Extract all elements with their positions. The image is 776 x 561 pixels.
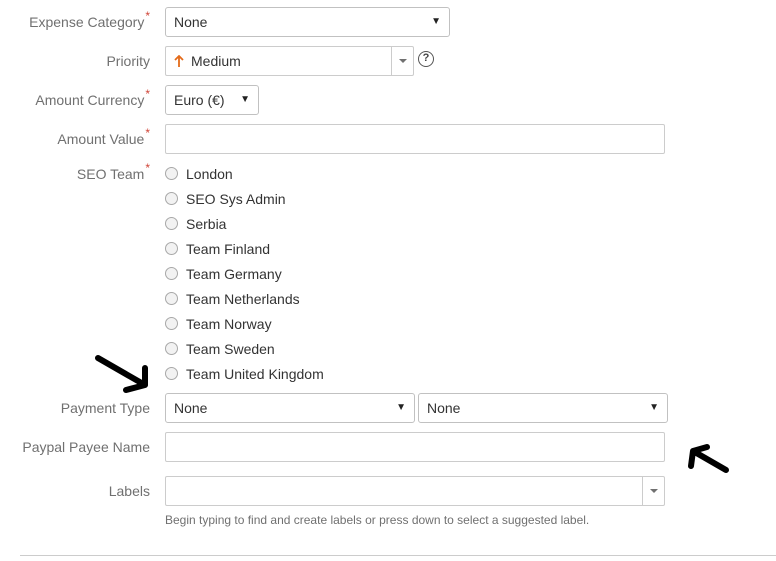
question-circle-icon[interactable]: ? — [418, 51, 434, 67]
payment-type-sub-value: None — [427, 400, 461, 416]
radio-seo-sys-admin[interactable]: SEO Sys Admin — [165, 190, 286, 208]
payment-type-select-child[interactable]: None ▼ — [418, 393, 668, 423]
labels-dropdown-button[interactable] — [642, 477, 664, 505]
radio-label: Team Germany — [186, 266, 282, 282]
priority-label: Priority — [106, 53, 150, 69]
paypal-payee-name-label: Paypal Payee Name — [22, 439, 150, 455]
radio-label: Team United Kingdom — [186, 366, 324, 382]
annotation-arrow-icon — [688, 444, 729, 473]
caret-down-icon: ▼ — [649, 402, 659, 413]
radio-button[interactable] — [165, 291, 178, 305]
radio-button[interactable] — [165, 166, 178, 180]
radio-button[interactable] — [165, 266, 178, 280]
payment-type-label: Payment Type — [60, 400, 150, 416]
radio-label: Team Norway — [186, 316, 272, 332]
caret-down-icon: ▼ — [396, 402, 406, 413]
radio-team-finland[interactable]: Team Finland — [165, 240, 270, 258]
radio-label: Serbia — [186, 216, 227, 232]
payment-type-select-parent[interactable]: None ▼ — [165, 393, 415, 423]
expense-category-label: Expense Category* — [29, 9, 150, 30]
expense-category-select[interactable]: None ▼ — [165, 7, 450, 37]
radio-button[interactable] — [165, 241, 178, 255]
radio-team-netherlands[interactable]: Team Netherlands — [165, 290, 300, 308]
labels-description: Begin typing to find and create labels o… — [165, 513, 590, 527]
radio-london[interactable]: London — [165, 165, 233, 183]
priority-value: Medium — [191, 53, 241, 69]
amount-currency-select[interactable]: Euro (€) ▼ — [165, 85, 259, 115]
radio-label: Team Sweden — [186, 341, 275, 357]
radio-button[interactable] — [165, 341, 178, 355]
amount-currency-value: Euro (€) — [174, 92, 225, 108]
amount-currency-label: Amount Currency* — [35, 87, 150, 108]
caret-down-icon: ▼ — [240, 94, 250, 105]
radio-button[interactable] — [165, 191, 178, 205]
priority-dropdown-button[interactable] — [391, 47, 413, 75]
arrow-up-icon — [174, 55, 184, 67]
annotation-arrow-icon — [95, 355, 148, 393]
radio-label: Team Netherlands — [186, 291, 300, 307]
radio-team-germany[interactable]: Team Germany — [165, 265, 282, 283]
amount-value-label: Amount Value* — [57, 126, 150, 147]
amount-value-input[interactable] — [165, 124, 665, 154]
radio-team-sweden[interactable]: Team Sweden — [165, 340, 275, 358]
radio-button[interactable] — [165, 316, 178, 330]
radio-button[interactable] — [165, 216, 178, 230]
caret-down-icon — [650, 489, 658, 493]
caret-down-icon: ▼ — [431, 16, 441, 27]
divider — [20, 555, 776, 556]
seo-team-label: SEO Team* — [76, 161, 150, 182]
radio-label: Team Finland — [186, 241, 271, 257]
radio-label: SEO Sys Admin — [186, 191, 286, 207]
radio-team-norway[interactable]: Team Norway — [165, 315, 272, 333]
priority-combo[interactable]: Medium — [165, 46, 414, 76]
caret-down-icon — [399, 59, 407, 63]
expense-category-value: None — [174, 14, 208, 30]
labels-input[interactable] — [165, 476, 665, 506]
radio-label: London — [186, 166, 233, 182]
labels-label: Labels — [108, 483, 150, 499]
paypal-payee-name-input[interactable] — [165, 432, 665, 462]
radio-button[interactable] — [165, 366, 178, 380]
radio-team-united-kingdom[interactable]: Team United Kingdom — [165, 365, 324, 383]
radio-serbia[interactable]: Serbia — [165, 215, 226, 233]
payment-type-value: None — [174, 400, 208, 416]
